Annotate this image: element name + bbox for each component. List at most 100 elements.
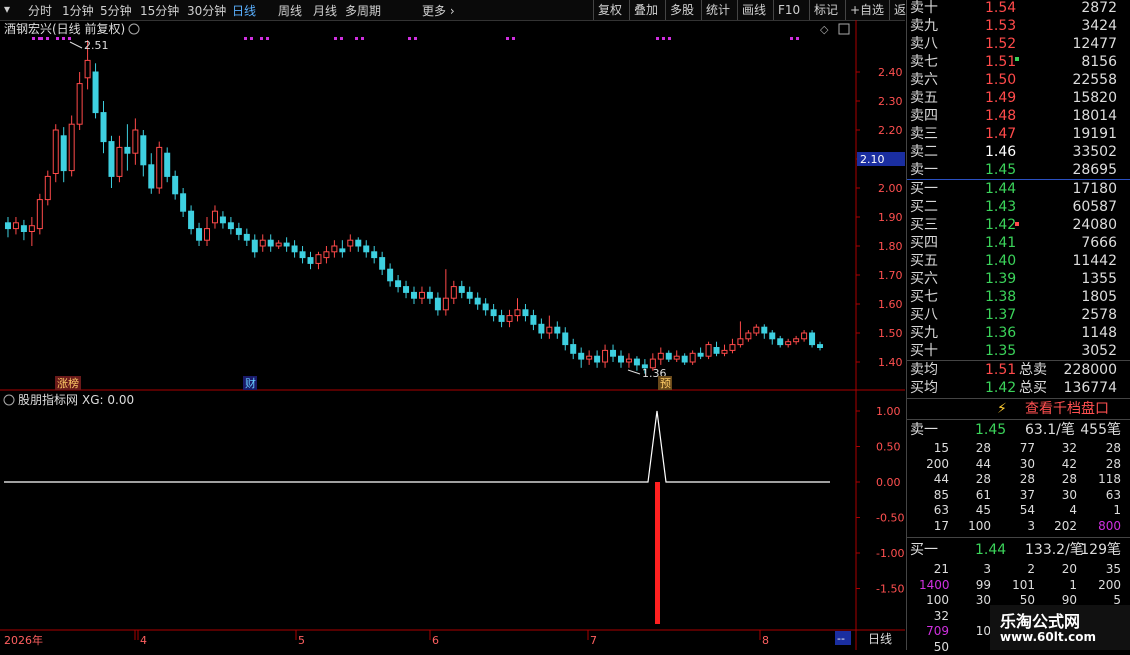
candle-body[interactable] — [299, 251, 306, 259]
ask-row-9[interactable]: 卖九 1.53 3424 — [907, 17, 1127, 35]
candle-body[interactable] — [291, 245, 298, 253]
candle-body[interactable] — [418, 291, 425, 299]
candle-body[interactable] — [474, 297, 481, 305]
level-depth-button[interactable]: ⚡ 查看千档盘口 — [907, 398, 1130, 420]
dropdown-icon[interactable] — [128, 23, 140, 35]
candle-body[interactable] — [562, 332, 569, 346]
candle-body[interactable] — [188, 210, 195, 230]
candle-body[interactable] — [761, 326, 768, 334]
bid-row-2[interactable]: 买二 1.43 60587 — [907, 198, 1127, 216]
candle-body[interactable] — [219, 216, 226, 224]
candle-body[interactable] — [355, 239, 362, 247]
candle-body[interactable] — [148, 164, 155, 189]
period-7[interactable]: 月线 — [313, 2, 337, 19]
toolbar-btn-5[interactable]: F10 — [773, 0, 804, 20]
candle-body[interactable] — [434, 297, 441, 311]
ask-row-2[interactable]: 卖二 1.46 33502 — [907, 143, 1127, 161]
period-4[interactable]: 30分钟 — [187, 2, 226, 19]
candle-body[interactable] — [602, 349, 609, 363]
bid-row-7[interactable]: 买七 1.38 1805 — [907, 288, 1127, 306]
candle-body[interactable] — [713, 347, 720, 354]
candle-body[interactable] — [28, 225, 35, 232]
candle-body[interactable] — [307, 257, 314, 264]
candle-body[interactable] — [60, 135, 67, 172]
candle-body[interactable] — [482, 303, 489, 311]
ask-row-6[interactable]: 卖六 1.50 22558 — [907, 71, 1127, 89]
candle-body[interactable] — [633, 358, 640, 366]
candle-body[interactable] — [586, 355, 593, 360]
toolbar-btn-3[interactable]: 统计 — [701, 0, 734, 20]
toolbar-btn-6[interactable]: 标记 — [809, 0, 842, 20]
candle-body[interactable] — [315, 254, 322, 264]
candle-body[interactable] — [450, 286, 457, 299]
candle-body[interactable] — [769, 332, 776, 340]
toolbar-btn-1[interactable]: 叠加 — [629, 0, 662, 20]
candle-body[interactable] — [793, 338, 800, 343]
candle-body[interactable] — [124, 146, 131, 154]
candle-body[interactable] — [514, 309, 521, 317]
candle-body[interactable] — [745, 332, 752, 340]
candle-body[interactable] — [522, 309, 529, 317]
candle-body[interactable] — [538, 323, 545, 334]
candle-body[interactable] — [92, 71, 99, 114]
bid-row-5[interactable]: 买五 1.40 11442 — [907, 252, 1127, 270]
candle-body[interactable] — [235, 228, 242, 235]
candle-body[interactable] — [801, 332, 808, 340]
candle-body[interactable] — [403, 286, 410, 293]
period-6[interactable]: 周线 — [278, 2, 302, 19]
candle-body[interactable] — [657, 352, 664, 360]
candle-body[interactable] — [777, 338, 784, 346]
ask-row-10[interactable]: 卖十 1.54 2872 — [907, 0, 1127, 17]
candle-body[interactable] — [697, 352, 704, 357]
toolbar-btn-7[interactable]: +自选 — [845, 0, 888, 20]
candle-body[interactable] — [442, 297, 449, 311]
candle-body[interactable] — [116, 146, 123, 177]
candle-body[interactable] — [251, 239, 258, 253]
candle-body[interactable] — [490, 309, 497, 317]
bid-row-9[interactable]: 买九 1.36 1148 — [907, 324, 1127, 342]
bid-row-8[interactable]: 买八 1.37 2578 — [907, 306, 1127, 324]
candle-body[interactable] — [227, 222, 234, 230]
candle-body[interactable] — [673, 355, 680, 360]
candle-body[interactable] — [665, 352, 672, 360]
candle-body[interactable] — [395, 280, 402, 288]
bid-row-10[interactable]: 买十 1.35 3052 — [907, 342, 1127, 360]
period-9[interactable]: 更多 › — [422, 2, 455, 19]
candle-body[interactable] — [594, 355, 601, 363]
chevron-down-icon[interactable]: ▾ — [4, 2, 10, 16]
chart-area[interactable]: 2.40 2.30 2.20 2.10 2.00 1.90 1.80 1.70 1.60 1.50… — [0, 20, 905, 650]
candle-body[interactable] — [52, 129, 59, 174]
candle-body[interactable] — [172, 175, 179, 195]
candle-body[interactable] — [530, 315, 537, 325]
candle-body[interactable] — [411, 291, 417, 299]
period-3[interactable]: 15分钟 — [140, 2, 179, 19]
period-5[interactable]: 日线 — [232, 2, 256, 19]
candle-body[interactable] — [331, 245, 338, 253]
kline-chart[interactable]: 2.40 2.30 2.20 2.10 2.00 1.90 1.80 1.70 1.60 1.50… — [0, 20, 905, 650]
candle-body[interactable] — [554, 326, 561, 334]
candle-body[interactable] — [100, 112, 107, 143]
bid-row-4[interactable]: 买四 1.41 7666 — [907, 234, 1127, 252]
candle-body[interactable] — [180, 193, 187, 212]
bid-row-6[interactable]: 买六 1.39 1355 — [907, 270, 1127, 288]
candle-body[interactable] — [379, 257, 386, 270]
candle-body[interactable] — [817, 344, 824, 349]
ask-row-7[interactable]: 卖七 1.51 8156 — [907, 53, 1127, 71]
period-0[interactable]: 分时 — [28, 2, 52, 19]
ask-row-8[interactable]: 卖八 1.52 12477 — [907, 35, 1127, 53]
candle-body[interactable] — [371, 251, 378, 259]
candle-body[interactable] — [283, 242, 290, 247]
period-2[interactable]: 5分钟 — [100, 2, 132, 19]
candle-body[interactable] — [140, 135, 147, 166]
candle-body[interactable] — [84, 59, 91, 79]
ask-row-4[interactable]: 卖四 1.48 18014 — [907, 107, 1127, 125]
candle-body[interactable] — [12, 222, 19, 230]
candle-body[interactable] — [426, 291, 433, 299]
candle-body[interactable] — [68, 123, 75, 172]
candle-body[interactable] — [785, 341, 792, 346]
candle-body[interactable] — [753, 326, 760, 334]
candle-body[interactable] — [259, 239, 266, 247]
candle-body[interactable] — [204, 228, 211, 241]
candle-body[interactable] — [466, 291, 473, 299]
candle-body[interactable] — [546, 326, 553, 334]
